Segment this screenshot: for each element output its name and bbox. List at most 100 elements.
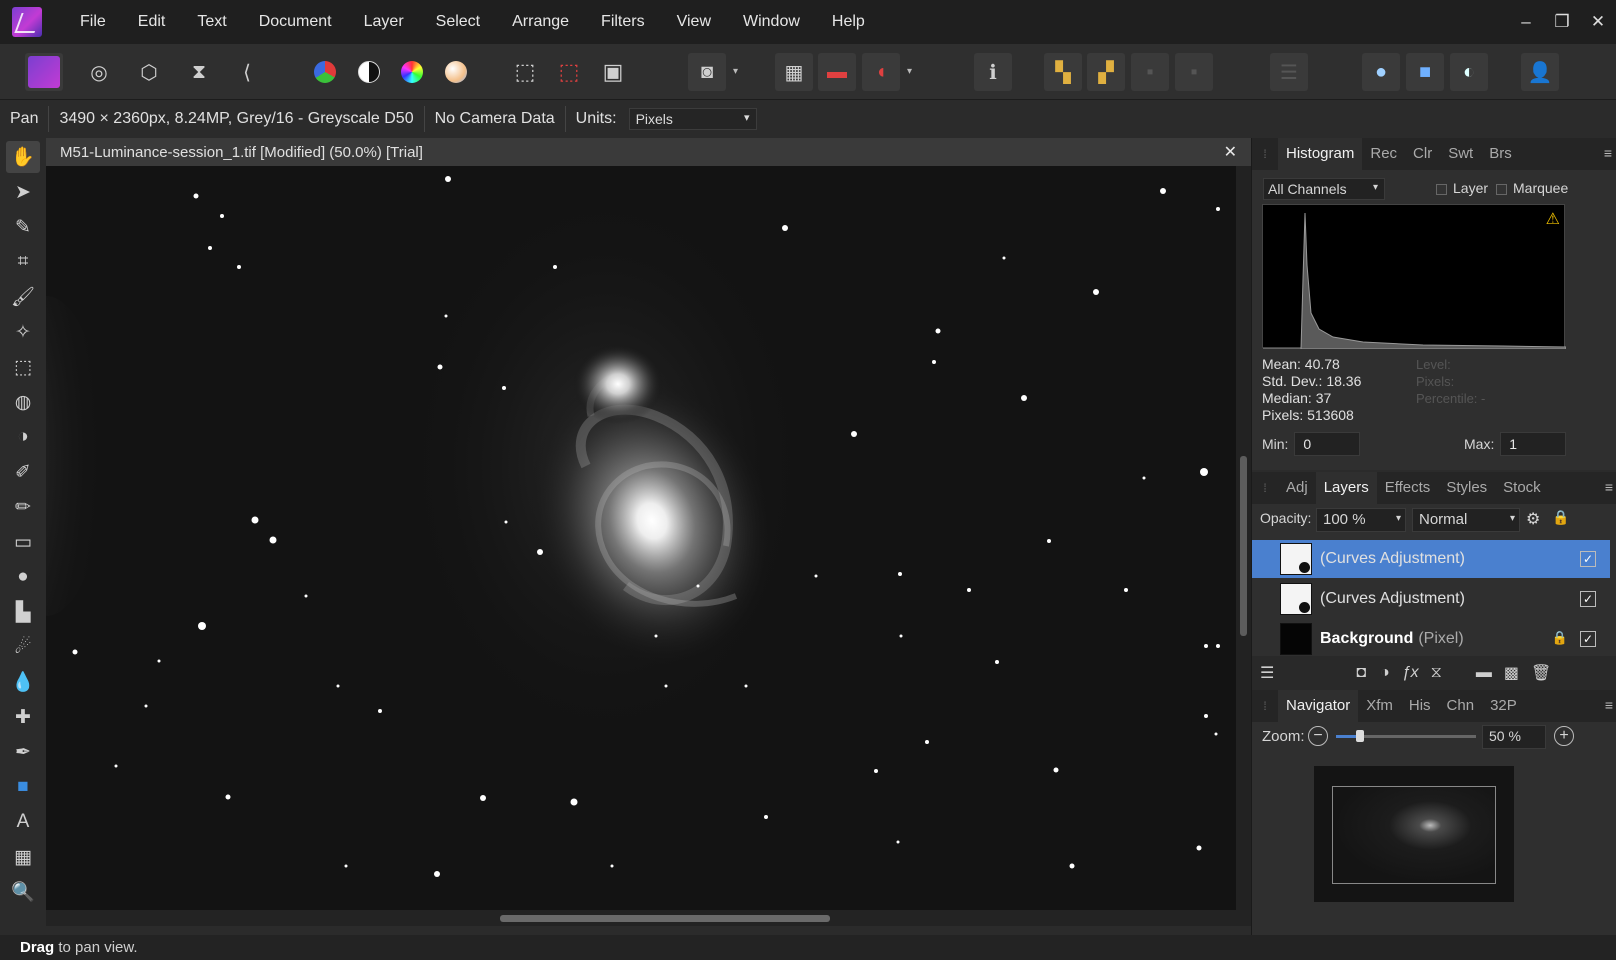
rectangular-marquee-tool-icon[interactable]: ⬚: [6, 351, 40, 383]
menu-window[interactable]: Window: [727, 13, 816, 31]
layers-stack-icon[interactable]: ☰: [1260, 663, 1274, 683]
checkbox-box[interactable]: [1436, 183, 1447, 195]
auto-colors-button[interactable]: [393, 53, 431, 91]
fx-icon[interactable]: ƒx: [1402, 664, 1419, 682]
flood-fill-tool-icon[interactable]: ◍: [6, 386, 40, 418]
menu-arrange[interactable]: Arrange: [496, 13, 585, 31]
visibility-checkbox[interactable]: ✓: [1580, 631, 1596, 647]
blur-tool-icon[interactable]: 💧: [6, 666, 40, 698]
zoom-field[interactable]: 50 %: [1482, 725, 1546, 749]
trash-icon[interactable]: 🗑: [1531, 663, 1551, 683]
mask-layer-icon[interactable]: ◘: [1356, 664, 1366, 682]
menu-filters[interactable]: Filters: [585, 13, 661, 31]
visibility-checkbox[interactable]: ✓: [1580, 551, 1596, 567]
smudge-tool-icon[interactable]: ☄: [6, 631, 40, 663]
tab-record[interactable]: Rec: [1362, 138, 1405, 170]
mesh-warp-tool-icon[interactable]: ▦: [6, 841, 40, 873]
menu-help[interactable]: Help: [816, 13, 881, 31]
group-folder-icon[interactable]: ▬: [1476, 664, 1492, 682]
move-back-button[interactable]: ▚: [1044, 53, 1082, 91]
tab-channels[interactable]: Chn: [1439, 690, 1483, 722]
restore-button[interactable]: ❐: [1544, 12, 1580, 32]
align-button[interactable]: ☰: [1270, 53, 1308, 91]
image-canvas[interactable]: [46, 166, 1236, 910]
panel-grip-icon[interactable]: ⁞: [1252, 147, 1278, 161]
erase-brush-tool-icon[interactable]: ▭: [6, 526, 40, 558]
deselect-button[interactable]: ⬚: [550, 53, 588, 91]
zoom-tool-icon[interactable]: 🔍: [6, 876, 40, 908]
menu-edit[interactable]: Edit: [122, 13, 182, 31]
menu-view[interactable]: View: [661, 13, 727, 31]
document-tab[interactable]: M51-Luminance-session_1.tif [Modified] (…: [46, 138, 1251, 166]
vertical-scroll-thumb[interactable]: [1240, 456, 1247, 636]
zoom-out-icon[interactable]: −: [1308, 726, 1328, 746]
chevron-down-icon[interactable]: ▾: [907, 66, 912, 77]
export-persona-button[interactable]: ⟨: [228, 53, 266, 91]
tab-brushes[interactable]: Brs: [1481, 138, 1520, 170]
menu-document[interactable]: Document: [243, 13, 348, 31]
move-forward-button[interactable]: ▞: [1087, 53, 1125, 91]
select-all-button[interactable]: ⬚: [506, 53, 544, 91]
minimize-button[interactable]: –: [1508, 12, 1544, 32]
selection-brush-tool-icon[interactable]: 🖌: [6, 281, 40, 313]
boolean-add-button[interactable]: ●: [1362, 53, 1400, 91]
tab-transform[interactable]: Xfm: [1358, 690, 1401, 722]
healing-brush-tool-icon[interactable]: ✚: [6, 701, 40, 733]
layer-row-curves-2[interactable]: (Curves Adjustment) ✓: [1252, 580, 1610, 618]
tab-histogram[interactable]: Histogram: [1278, 138, 1363, 170]
liquify-persona-button[interactable]: ◎: [80, 53, 118, 91]
panel-grip-icon[interactable]: ⁞: [1252, 481, 1278, 495]
invert-selection-button[interactable]: ▣: [594, 53, 632, 91]
tab-navigator[interactable]: Navigator: [1278, 690, 1359, 722]
tab-32bit-preview[interactable]: 32P: [1482, 690, 1525, 722]
tab-history[interactable]: His: [1401, 690, 1439, 722]
flood-select-tool-icon[interactable]: ✧: [6, 316, 40, 348]
paint-brush-tool-icon[interactable]: ✐: [6, 456, 40, 488]
checkbox-box[interactable]: [1496, 183, 1507, 195]
assistant-button[interactable]: ▬: [818, 53, 856, 91]
tab-styles[interactable]: Styles: [1438, 472, 1495, 504]
dodge-tool-icon[interactable]: ●: [6, 561, 40, 593]
chevron-down-icon[interactable]: ▾: [733, 66, 738, 77]
tab-layers[interactable]: Layers: [1315, 472, 1377, 504]
layer-row-curves-1[interactable]: (Curves Adjustment) ✓: [1252, 540, 1610, 578]
menu-select[interactable]: Select: [420, 13, 496, 31]
add-pixel-layer-icon[interactable]: ▩: [1504, 663, 1519, 683]
panel-grip-icon[interactable]: ⁞: [1252, 699, 1278, 713]
tab-color[interactable]: Clr: [1405, 138, 1440, 170]
live-filter-icon[interactable]: ⧖: [1431, 664, 1442, 682]
to-front-button[interactable]: ▪: [1131, 53, 1169, 91]
adjustment-icon[interactable]: ◑: [1380, 664, 1390, 682]
layer-lock-icon[interactable]: 🔒: [1552, 630, 1568, 646]
menu-file[interactable]: File: [64, 13, 122, 31]
boolean-intersect-button[interactable]: ◐: [1450, 53, 1488, 91]
move-tool-icon[interactable]: ➤: [6, 176, 40, 208]
min-field[interactable]: 0: [1294, 432, 1361, 456]
pen-tool-icon[interactable]: ✒: [6, 736, 40, 768]
auto-white-balance-button[interactable]: [437, 53, 475, 91]
auto-contrast-button[interactable]: [350, 53, 388, 91]
context-help-button[interactable]: ℹ: [974, 53, 1012, 91]
view-tool-hand-icon[interactable]: ✋: [6, 141, 40, 173]
tab-stock[interactable]: Stock: [1495, 472, 1549, 504]
gradient-tool-icon[interactable]: ◑: [6, 421, 40, 453]
develop-persona-button[interactable]: ⬡: [130, 53, 168, 91]
max-field[interactable]: 1: [1500, 432, 1567, 456]
quick-mask-button[interactable]: ◙ ▾: [688, 53, 738, 91]
crop-tool-icon[interactable]: ⌗: [6, 246, 40, 278]
tone-mapping-persona-button[interactable]: ⧗: [180, 53, 218, 91]
navigator-view-rect[interactable]: [1332, 786, 1496, 884]
gear-icon[interactable]: ⚙: [1526, 509, 1540, 529]
blend-mode-dropdown[interactable]: Normal ▾: [1412, 508, 1520, 532]
zoom-slider[interactable]: [1336, 730, 1476, 742]
menu-text[interactable]: Text: [181, 13, 242, 31]
opacity-field[interactable]: 100 % ▾: [1316, 508, 1406, 532]
artistic-text-tool-icon[interactable]: A: [6, 806, 40, 838]
tab-adjustments[interactable]: Adj: [1278, 472, 1316, 504]
close-window-button[interactable]: ✕: [1580, 12, 1616, 32]
layer-row-background[interactable]: Background (Pixel) 🔒 ✓: [1252, 620, 1610, 658]
clone-tool-icon[interactable]: ▙: [6, 596, 40, 628]
panel-menu-icon[interactable]: ≡: [1605, 479, 1613, 495]
tab-effects[interactable]: Effects: [1377, 472, 1439, 504]
color-picker-tool-icon[interactable]: ✎: [6, 211, 40, 243]
